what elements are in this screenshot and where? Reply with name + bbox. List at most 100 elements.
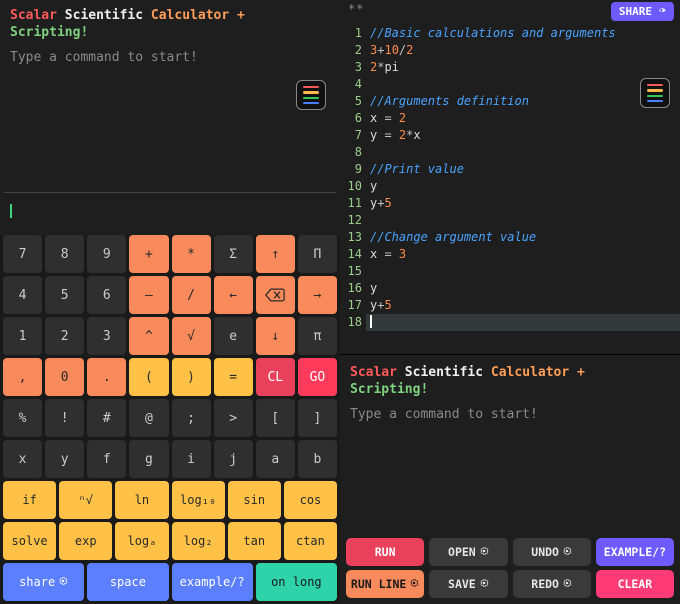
code-line[interactable]: //Arguments definition xyxy=(370,93,676,110)
code-line[interactable]: y+5 xyxy=(370,195,676,212)
code-line[interactable]: //Basic calculations and arguments xyxy=(370,25,676,42)
key-[interactable]: ; xyxy=(172,399,211,437)
code-line[interactable]: y xyxy=(370,178,676,195)
code-line[interactable]: //Change argument value xyxy=(370,229,676,246)
key-[interactable]: ↑ xyxy=(256,235,295,273)
key-solve[interactable]: solve xyxy=(3,522,56,560)
key-example[interactable]: example/? xyxy=(172,563,253,601)
key-9[interactable]: 9 xyxy=(87,235,126,273)
key-cos[interactable]: cos xyxy=(284,481,337,519)
key-x[interactable]: x xyxy=(3,440,42,478)
code-editor[interactable]: 123456789101112131415161718 //Basic calc… xyxy=(340,21,680,354)
key-[interactable]: @ xyxy=(129,399,168,437)
app-title: Scalar Scientific Calculator + Scripting… xyxy=(340,354,680,401)
key-[interactable]: ⁿ√ xyxy=(59,481,112,519)
key-[interactable]: √ xyxy=(172,317,211,355)
gear-icon xyxy=(479,577,489,591)
undo-button[interactable]: UNDO xyxy=(513,538,591,566)
menu-stack-icon[interactable] xyxy=(640,78,670,108)
key-[interactable]: – xyxy=(129,276,168,314)
key-[interactable]: π xyxy=(298,317,337,355)
code-area[interactable]: //Basic calculations and arguments3+10/2… xyxy=(366,21,680,354)
run-button[interactable]: RUN xyxy=(346,538,424,566)
save-button[interactable]: SAVE xyxy=(429,570,507,598)
run-line-button[interactable]: RUN LINE xyxy=(346,570,424,598)
key-b[interactable]: b xyxy=(298,440,337,478)
key-j[interactable]: j xyxy=(214,440,253,478)
clear-button[interactable]: CLEAR xyxy=(596,570,674,598)
key-[interactable]: % xyxy=(3,399,42,437)
key-[interactable]: ← xyxy=(214,276,253,314)
key-[interactable]: . xyxy=(87,358,126,396)
code-line[interactable]: 3+10/2 xyxy=(370,42,676,59)
key-go[interactable]: GO xyxy=(298,358,337,396)
open-button[interactable]: OPEN xyxy=(429,538,507,566)
key-ctan[interactable]: ctan xyxy=(284,522,337,560)
key-f[interactable]: f xyxy=(87,440,126,478)
key-log[interactable]: log₁₀ xyxy=(172,481,225,519)
key-[interactable]: ] xyxy=(298,399,337,437)
key-5[interactable]: 5 xyxy=(45,276,84,314)
code-line[interactable]: x = 2 xyxy=(370,110,676,127)
menu-stack-icon[interactable] xyxy=(296,80,326,110)
key-0[interactable]: 0 xyxy=(45,358,84,396)
key-[interactable]: = xyxy=(214,358,253,396)
key-exp[interactable]: exp xyxy=(59,522,112,560)
share-button[interactable]: SHARE xyxy=(611,2,674,21)
key-y[interactable]: y xyxy=(45,440,84,478)
key-log[interactable]: logₐ xyxy=(115,522,168,560)
key-backspace[interactable] xyxy=(256,276,295,314)
redo-button[interactable]: REDO xyxy=(513,570,591,598)
code-line[interactable] xyxy=(370,212,676,229)
key-[interactable]: ↓ xyxy=(256,317,295,355)
key-[interactable]: , xyxy=(3,358,42,396)
key-2[interactable]: 2 xyxy=(45,317,84,355)
right-console: Scalar Scientific Calculator + Scripting… xyxy=(340,354,680,534)
key-sin[interactable]: sin xyxy=(228,481,281,519)
key-[interactable]: Π xyxy=(298,235,337,273)
key-[interactable]: > xyxy=(214,399,253,437)
code-line[interactable]: 2*pi xyxy=(370,59,676,76)
key-8[interactable]: 8 xyxy=(45,235,84,273)
key-space[interactable]: space xyxy=(87,563,168,601)
key-[interactable]: ! xyxy=(45,399,84,437)
command-input[interactable] xyxy=(0,193,340,235)
key-a[interactable]: a xyxy=(256,440,295,478)
gear-icon xyxy=(58,575,68,589)
example---button[interactable]: EXAMPLE/? xyxy=(596,538,674,566)
key-1[interactable]: 1 xyxy=(3,317,42,355)
key-[interactable]: [ xyxy=(256,399,295,437)
key-log[interactable]: log₂ xyxy=(172,522,225,560)
key-[interactable]: * xyxy=(172,235,211,273)
left-prompt: Type a command to start! xyxy=(0,44,340,71)
key-[interactable]: / xyxy=(172,276,211,314)
key-[interactable]: Σ xyxy=(214,235,253,273)
key-[interactable]: # xyxy=(87,399,126,437)
code-line[interactable]: y+5 xyxy=(370,297,676,314)
key-cl[interactable]: CL xyxy=(256,358,295,396)
key-[interactable]: ^ xyxy=(129,317,168,355)
key-[interactable]: + xyxy=(129,235,168,273)
code-line[interactable]: x = 3 xyxy=(370,246,676,263)
code-line[interactable]: y xyxy=(370,280,676,297)
code-line[interactable]: y = 2*x xyxy=(370,127,676,144)
key-3[interactable]: 3 xyxy=(87,317,126,355)
key-onlong[interactable]: on long xyxy=(256,563,337,601)
key-6[interactable]: 6 xyxy=(87,276,126,314)
code-line[interactable]: //Print value xyxy=(370,161,676,178)
key-4[interactable]: 4 xyxy=(3,276,42,314)
key-[interactable]: ( xyxy=(129,358,168,396)
code-line[interactable] xyxy=(370,76,676,93)
key-e[interactable]: e xyxy=(214,317,253,355)
key-tan[interactable]: tan xyxy=(228,522,281,560)
key-ln[interactable]: ln xyxy=(115,481,168,519)
key-[interactable]: ) xyxy=(172,358,211,396)
code-line[interactable] xyxy=(370,263,676,280)
key-share[interactable]: share xyxy=(3,563,84,601)
key-7[interactable]: 7 xyxy=(3,235,42,273)
key-if[interactable]: if xyxy=(3,481,56,519)
key-i[interactable]: i xyxy=(172,440,211,478)
key-g[interactable]: g xyxy=(129,440,168,478)
key-[interactable]: → xyxy=(298,276,337,314)
code-line[interactable] xyxy=(370,144,676,161)
